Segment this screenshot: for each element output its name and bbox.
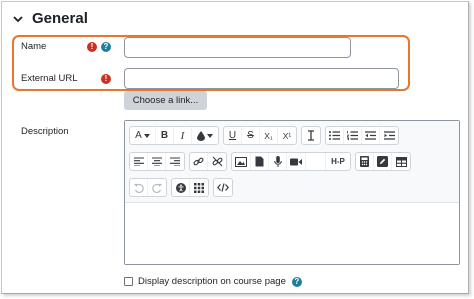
text-color-button[interactable]: [192, 127, 218, 144]
display-description-label[interactable]: Display description on course page: [138, 276, 286, 287]
align-center-button[interactable]: [148, 153, 166, 170]
chevron-down-icon[interactable]: [12, 13, 24, 25]
editor-content-area[interactable]: [125, 203, 459, 264]
subscript-icon: X₁: [264, 130, 273, 141]
html-source-button[interactable]: [214, 179, 232, 196]
numbered-list-icon: [347, 131, 358, 140]
file-button[interactable]: [251, 153, 269, 170]
h5p-icon: H-P: [331, 157, 345, 166]
edit-square-icon: [377, 156, 388, 167]
strikethrough-button[interactable]: S: [242, 127, 260, 144]
align-right-icon: [170, 157, 180, 166]
code-icon: [217, 183, 229, 192]
description-label: Description: [21, 126, 69, 137]
bullet-list-button[interactable]: [326, 127, 344, 144]
link-button[interactable]: [190, 153, 208, 170]
unlink-icon: [212, 156, 223, 167]
outdent-button[interactable]: [362, 127, 380, 144]
toolbar-group: [129, 152, 185, 171]
font-icon: A: [135, 130, 142, 141]
caret-down-icon: [143, 133, 150, 138]
media-button[interactable]: [306, 153, 326, 170]
outdent-icon: [365, 131, 376, 140]
toolbar-group: [325, 126, 399, 145]
bold-icon: B: [160, 130, 169, 141]
toolbar-group: U S X₁ X¹: [223, 126, 297, 145]
help-icon[interactable]: ?: [101, 42, 111, 52]
bullet-list-icon: [329, 131, 340, 140]
microphone-icon: [273, 156, 282, 167]
equation-button[interactable]: [356, 153, 374, 170]
file-icon: [255, 156, 264, 167]
external-url-input[interactable]: [124, 68, 399, 89]
redo-icon: [152, 183, 162, 193]
name-input[interactable]: [124, 37, 351, 58]
editor-toolbar: A B I U S X₁ X¹ H-P: [125, 121, 459, 203]
required-icon: !: [87, 42, 97, 52]
strikethrough-icon: S: [247, 130, 254, 141]
redo-button[interactable]: [148, 179, 166, 196]
display-description-row: Display description on course page ?: [124, 276, 302, 287]
image-icon: [235, 156, 247, 167]
name-label: Name: [21, 41, 47, 52]
italic-button[interactable]: I: [174, 127, 192, 144]
align-left-button[interactable]: [130, 153, 148, 170]
calculator-icon: [360, 156, 369, 167]
link-icon: [193, 156, 204, 167]
toolbar-group: [355, 152, 411, 171]
align-center-icon: [151, 157, 162, 166]
clear-format-button[interactable]: [302, 127, 320, 144]
superscript-icon: X¹: [282, 130, 292, 141]
record-video-button[interactable]: [287, 153, 306, 170]
italic-icon: I: [180, 129, 185, 142]
superscript-button[interactable]: X¹: [278, 127, 296, 144]
toolbar-group: [129, 178, 167, 197]
undo-icon: [133, 183, 144, 193]
h5p-button[interactable]: H-P: [326, 153, 350, 170]
font-style-button[interactable]: A: [130, 127, 156, 144]
toolbar-group: [301, 126, 321, 145]
toolbar-row-2: H-P: [129, 152, 415, 171]
section-header[interactable]: General: [12, 10, 88, 27]
edit-button[interactable]: [374, 153, 392, 170]
toolbar-group: [189, 152, 227, 171]
record-audio-button[interactable]: [269, 153, 287, 170]
indent-button[interactable]: [380, 127, 398, 144]
toolbar-row-1: A B I U S X₁ X¹: [129, 126, 403, 145]
display-description-checkbox[interactable]: [124, 277, 133, 286]
help-icon[interactable]: ?: [291, 276, 302, 287]
choose-link-button[interactable]: Choose a link...: [124, 91, 207, 110]
toolbar-group: A B I: [129, 126, 219, 145]
numbered-list-button[interactable]: [344, 127, 362, 144]
image-button[interactable]: [232, 153, 251, 170]
required-icon: !: [101, 74, 111, 84]
droplet-icon: [197, 130, 205, 141]
toolbar-group: [171, 178, 209, 197]
undo-button[interactable]: [130, 179, 148, 196]
description-editor: A B I U S X₁ X¹ H-P: [124, 120, 460, 265]
align-left-icon: [133, 157, 144, 166]
toolbar-group: H-P: [231, 152, 351, 171]
table-button[interactable]: [392, 153, 410, 170]
external-url-label: External URL: [21, 73, 78, 84]
accessibility-checker-button[interactable]: [172, 179, 190, 196]
toolbar-row-3: [129, 178, 237, 197]
accessibility-icon: [175, 182, 186, 193]
unlink-button[interactable]: [208, 153, 226, 170]
toolbar-group: [213, 178, 233, 197]
video-camera-icon: [290, 158, 302, 166]
screenreader-helper-button[interactable]: [190, 179, 208, 196]
underline-icon: U: [228, 130, 237, 141]
grid-icon: [194, 182, 204, 193]
text-cursor-icon: [307, 130, 315, 141]
section-title: General: [32, 10, 88, 27]
caret-down-icon: [207, 133, 213, 138]
align-right-button[interactable]: [166, 153, 184, 170]
bold-button[interactable]: B: [156, 127, 174, 144]
underline-button[interactable]: U: [224, 127, 242, 144]
subscript-button[interactable]: X₁: [260, 127, 278, 144]
table-icon: [395, 156, 407, 167]
indent-icon: [383, 131, 395, 140]
